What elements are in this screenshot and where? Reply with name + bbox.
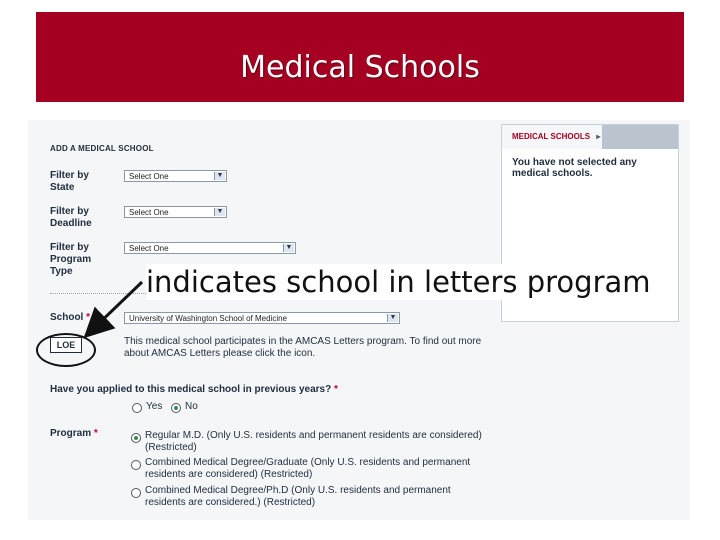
arrow-icon — [83, 280, 144, 339]
